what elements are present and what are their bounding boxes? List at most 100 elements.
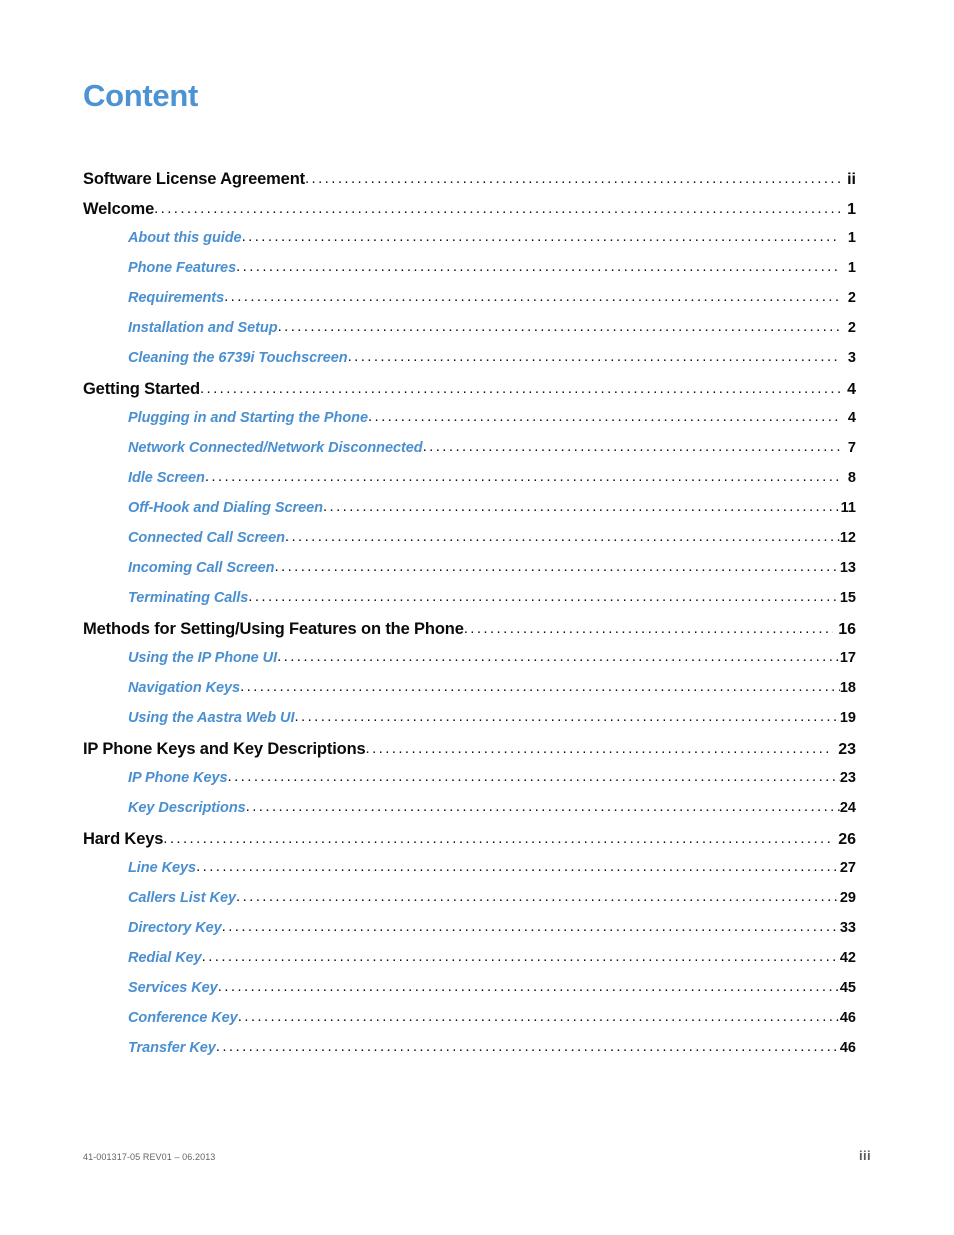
toc-entry[interactable]: Cleaning the 6739i Touchscreen..........… xyxy=(83,350,856,380)
toc-entry-page-number: 3 xyxy=(847,350,856,366)
toc-entry-label: Using the Aastra Web UI xyxy=(128,710,295,726)
toc-leader-dots: ........................................… xyxy=(227,770,840,784)
table-of-contents: Software License Agreement..............… xyxy=(83,170,856,1070)
toc-entry[interactable]: Services Key............................… xyxy=(83,980,856,1010)
toc-entry-page-number: 7 xyxy=(847,440,856,456)
page-number: iii xyxy=(858,1148,871,1163)
toc-entry-label: Getting Started xyxy=(83,380,200,398)
toc-entry-label: IP Phone Keys and Key Descriptions xyxy=(83,740,366,758)
toc-entry[interactable]: Conference Key..........................… xyxy=(83,1010,856,1040)
toc-entry-page-number: 11 xyxy=(840,500,856,516)
page-footer: 41-001317-05 REV01 – 06.2013 iii xyxy=(83,1148,871,1163)
toc-entry-page-number: 23 xyxy=(838,741,856,758)
toc-leader-dots: ........................................… xyxy=(284,530,840,544)
toc-entry-label: Callers List Key xyxy=(128,890,236,906)
toc-leader-dots: ........................................… xyxy=(163,831,834,846)
toc-entry[interactable]: Idle Screen.............................… xyxy=(83,470,856,500)
toc-entry-label: Cleaning the 6739i Touchscreen xyxy=(128,350,348,366)
toc-leader-dots: ........................................… xyxy=(217,980,840,994)
toc-entry-label: Transfer Key xyxy=(128,1040,216,1056)
toc-leader-dots: ........................................… xyxy=(277,650,840,664)
toc-entry-label: About this guide xyxy=(128,230,242,246)
toc-entry-label: Terminating Calls xyxy=(128,590,249,606)
toc-entry[interactable]: Network Connected/Network Disconnected..… xyxy=(83,440,856,470)
toc-leader-dots: ........................................… xyxy=(347,350,840,364)
toc-entry[interactable]: IP Phone Keys and Key Descriptions......… xyxy=(83,740,856,770)
toc-entry-label: Phone Features xyxy=(128,260,237,276)
toc-entry-page-number: 1 xyxy=(847,201,856,218)
toc-leader-dots: ........................................… xyxy=(365,741,834,756)
toc-entry[interactable]: Installation and Setup..................… xyxy=(83,320,856,350)
toc-entry[interactable]: Callers List Key........................… xyxy=(83,890,856,920)
toc-entry[interactable]: Hard Keys...............................… xyxy=(83,830,856,860)
toc-entry[interactable]: Navigation Keys.........................… xyxy=(83,680,856,710)
toc-entry-label: Software License Agreement xyxy=(83,170,305,188)
toc-entry-label: Methods for Setting/Using Features on th… xyxy=(83,620,464,638)
toc-entry[interactable]: About this guide........................… xyxy=(83,230,856,260)
toc-entry-label: Idle Screen xyxy=(128,470,205,486)
toc-entry[interactable]: Using the Aastra Web UI.................… xyxy=(83,710,856,740)
toc-entry-page-number: 4 xyxy=(847,410,856,426)
toc-entry-label: Welcome xyxy=(83,200,155,218)
toc-entry-label: Requirements xyxy=(128,290,225,306)
toc-leader-dots: ........................................… xyxy=(245,800,840,814)
toc-entry-label: Redial Key xyxy=(128,950,202,966)
toc-leader-dots: ........................................… xyxy=(201,950,840,964)
toc-entry[interactable]: Off-Hook and Dialing Screen.............… xyxy=(83,500,856,530)
toc-leader-dots: ........................................… xyxy=(240,680,840,694)
toc-entry-label: Hard Keys xyxy=(83,830,164,848)
toc-entry[interactable]: Directory Key...........................… xyxy=(83,920,856,950)
toc-entry-label: Services Key xyxy=(128,980,218,996)
toc-entry[interactable]: Welcome.................................… xyxy=(83,200,856,230)
toc-leader-dots: ........................................… xyxy=(237,1010,840,1024)
toc-entry-page-number: 29 xyxy=(839,890,856,906)
toc-entry-label: IP Phone Keys xyxy=(128,770,228,786)
toc-entry[interactable]: Plugging in and Starting the Phone......… xyxy=(83,410,856,440)
toc-entry-label: Key Descriptions xyxy=(128,800,246,816)
toc-entry-page-number: 15 xyxy=(839,590,856,606)
toc-entry-label: Conference Key xyxy=(128,1010,238,1026)
toc-leader-dots: ........................................… xyxy=(215,1040,840,1054)
toc-leader-dots: ........................................… xyxy=(277,320,840,334)
toc-entry-page-number: 1 xyxy=(847,260,856,276)
toc-entry-page-number: 2 xyxy=(847,290,856,306)
toc-entry[interactable]: Requirements............................… xyxy=(83,290,856,320)
toc-entry[interactable]: Key Descriptions........................… xyxy=(83,800,856,830)
toc-entry[interactable]: Connected Call Screen...................… xyxy=(83,530,856,560)
toc-leader-dots: ........................................… xyxy=(221,920,840,934)
toc-leader-dots: ........................................… xyxy=(367,410,840,424)
toc-entry[interactable]: Line Keys...............................… xyxy=(83,860,856,890)
toc-entry[interactable]: Redial Key..............................… xyxy=(83,950,856,980)
toc-leader-dots: ........................................… xyxy=(248,590,840,604)
toc-entry[interactable]: Using the IP Phone UI...................… xyxy=(83,650,856,680)
toc-entry[interactable]: Transfer Key............................… xyxy=(83,1040,856,1070)
toc-entry-page-number: 8 xyxy=(847,470,856,486)
toc-entry-page-number: 46 xyxy=(839,1040,856,1056)
toc-entry-label: Line Keys xyxy=(128,860,197,876)
toc-entry-page-number: 19 xyxy=(839,710,856,726)
toc-entry-page-number: 24 xyxy=(839,800,856,816)
toc-leader-dots: ........................................… xyxy=(422,440,840,454)
toc-leader-dots: ........................................… xyxy=(322,500,840,514)
toc-entry-page-number: 4 xyxy=(847,381,856,398)
toc-entry-page-number: 23 xyxy=(839,770,856,786)
toc-entry-page-number: 27 xyxy=(839,860,856,876)
document-page: Content Software License Agreement......… xyxy=(0,0,954,1235)
toc-entry-page-number: 2 xyxy=(847,320,856,336)
toc-entry[interactable]: Getting Started.........................… xyxy=(83,380,856,410)
toc-entry[interactable]: IP Phone Keys...........................… xyxy=(83,770,856,800)
toc-entry-page-number: 26 xyxy=(838,831,856,848)
toc-entry-page-number: 1 xyxy=(847,230,856,246)
toc-entry-label: Directory Key xyxy=(128,920,222,936)
toc-entry-page-number: 45 xyxy=(839,980,856,996)
toc-leader-dots: ........................................… xyxy=(236,260,840,274)
toc-leader-dots: ........................................… xyxy=(304,171,840,186)
toc-entry[interactable]: Phone Features..........................… xyxy=(83,260,856,290)
toc-entry-label: Using the IP Phone UI xyxy=(128,650,278,666)
toc-entry[interactable]: Incoming Call Screen....................… xyxy=(83,560,856,590)
toc-entry[interactable]: Methods for Setting/Using Features on th… xyxy=(83,620,856,650)
toc-entry[interactable]: Terminating Calls.......................… xyxy=(83,590,856,620)
toc-entry-page-number: 12 xyxy=(839,530,856,546)
toc-entry[interactable]: Software License Agreement..............… xyxy=(83,170,856,200)
toc-entry-page-number: 42 xyxy=(839,950,856,966)
